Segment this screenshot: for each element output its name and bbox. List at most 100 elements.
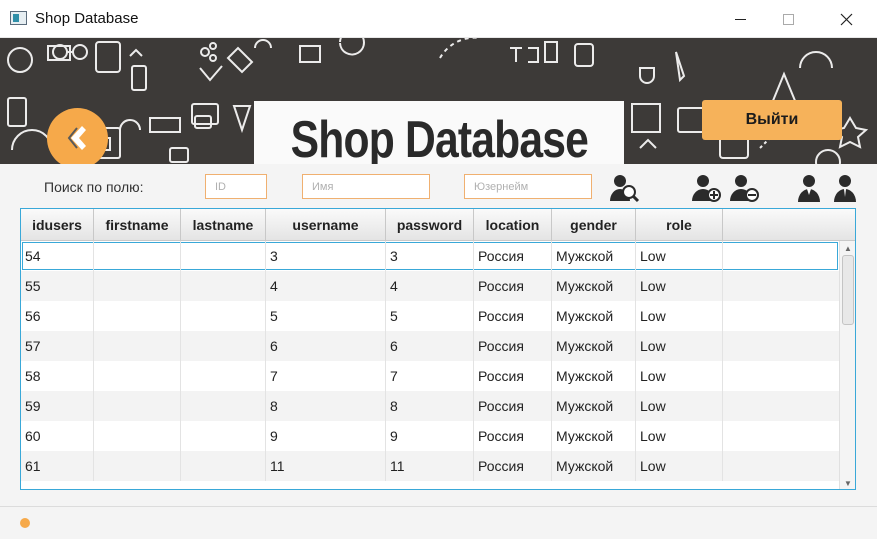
users-table[interactable]: idusers firstname lastname username pass… xyxy=(20,208,856,490)
cell-filler xyxy=(723,241,839,271)
cell-idusers: 55 xyxy=(21,271,94,301)
search-user-icon xyxy=(610,175,640,203)
cell-idusers: 56 xyxy=(21,301,94,331)
column-header-filler xyxy=(723,209,855,241)
cell-idusers: 61 xyxy=(21,451,94,481)
cell-gender: Мужской xyxy=(552,331,636,361)
remove-user-button[interactable] xyxy=(730,173,760,203)
table-row[interactable]: 60 9 9 Россия Мужской Low xyxy=(21,421,839,451)
cell-location: Россия xyxy=(474,271,552,301)
column-header-lastname[interactable]: lastname xyxy=(181,209,266,241)
cell-password: 9 xyxy=(386,421,474,451)
table-row[interactable]: 61 11 11 Россия Мужской Low xyxy=(21,451,839,481)
cell-idusers: 59 xyxy=(21,391,94,421)
status-bar xyxy=(0,506,877,539)
cell-password: 4 xyxy=(386,271,474,301)
cell-filler xyxy=(723,391,839,421)
cell-firstname xyxy=(94,421,181,451)
cell-firstname xyxy=(94,451,181,481)
column-header-password[interactable]: password xyxy=(386,209,474,241)
cell-location: Россия xyxy=(474,451,552,481)
minimize-button[interactable] xyxy=(717,0,763,38)
cell-lastname xyxy=(181,451,266,481)
cell-password: 3 xyxy=(386,241,474,271)
close-button[interactable] xyxy=(823,0,869,38)
cell-filler xyxy=(723,301,839,331)
cell-firstname xyxy=(94,301,181,331)
logo-panel: Shop Database xyxy=(254,101,624,164)
cell-password: 8 xyxy=(386,391,474,421)
cell-location: Россия xyxy=(474,241,552,271)
cell-username: 8 xyxy=(266,391,386,421)
maximize-button[interactable] xyxy=(765,0,811,38)
admin-user-button[interactable] xyxy=(830,173,860,203)
user-button[interactable] xyxy=(794,173,824,203)
cell-role: Low xyxy=(636,451,723,481)
cell-username: 3 xyxy=(266,241,386,271)
cell-lastname xyxy=(181,361,266,391)
cell-gender: Мужской xyxy=(552,271,636,301)
cell-lastname xyxy=(181,301,266,331)
scroll-down-icon[interactable]: ▼ xyxy=(840,476,855,489)
cell-role: Low xyxy=(636,391,723,421)
cell-lastname xyxy=(181,241,266,271)
title-bar: Shop Database xyxy=(0,0,877,38)
exit-button[interactable]: Выйти xyxy=(702,100,842,140)
scroll-thumb[interactable] xyxy=(842,255,854,325)
column-header-role[interactable]: role xyxy=(636,209,723,241)
cell-idusers: 58 xyxy=(21,361,94,391)
cell-role: Low xyxy=(636,361,723,391)
scroll-up-icon[interactable]: ▲ xyxy=(840,241,855,255)
cell-password: 7 xyxy=(386,361,474,391)
cell-location: Россия xyxy=(474,331,552,361)
column-header-gender[interactable]: gender xyxy=(552,209,636,241)
name-search-input[interactable] xyxy=(302,174,430,199)
cell-role: Low xyxy=(636,271,723,301)
header-banner: Shop Database Выйти xyxy=(0,38,877,164)
cell-filler xyxy=(723,361,839,391)
cell-gender: Мужской xyxy=(552,451,636,481)
vertical-scrollbar[interactable]: ▲ ▼ xyxy=(839,241,855,489)
username-search-input[interactable] xyxy=(464,174,592,199)
status-indicator xyxy=(20,518,30,528)
column-header-location[interactable]: location xyxy=(474,209,552,241)
minimize-icon xyxy=(734,18,746,20)
column-header-firstname[interactable]: firstname xyxy=(94,209,181,241)
search-label: Поиск по полю: xyxy=(44,179,144,195)
add-user-button[interactable] xyxy=(692,173,722,203)
back-arrow-icon xyxy=(67,126,86,150)
table-row[interactable]: 56 5 5 Россия Мужской Low xyxy=(21,301,839,331)
cell-firstname xyxy=(94,361,181,391)
cell-gender: Мужской xyxy=(552,301,636,331)
cell-location: Россия xyxy=(474,391,552,421)
table-row[interactable]: 54 3 3 Россия Мужской Low xyxy=(21,241,839,271)
column-header-username[interactable]: username xyxy=(266,209,386,241)
cell-location: Россия xyxy=(474,421,552,451)
cell-firstname xyxy=(94,331,181,361)
cell-location: Россия xyxy=(474,361,552,391)
table-row[interactable]: 55 4 4 Россия Мужской Low xyxy=(21,271,839,301)
column-header-idusers[interactable]: idusers xyxy=(21,209,94,241)
search-user-button[interactable] xyxy=(610,173,640,203)
back-button[interactable] xyxy=(47,108,108,164)
cell-filler xyxy=(723,271,839,301)
cell-role: Low xyxy=(636,241,723,271)
cell-username: 9 xyxy=(266,421,386,451)
cell-username: 11 xyxy=(266,451,386,481)
cell-lastname xyxy=(181,391,266,421)
table-header: idusers firstname lastname username pass… xyxy=(21,209,855,241)
admin-user-icon xyxy=(834,175,856,202)
id-search-input[interactable] xyxy=(205,174,267,199)
table-row[interactable]: 59 8 8 Россия Мужской Low xyxy=(21,391,839,421)
table-row[interactable]: 58 7 7 Россия Мужской Low xyxy=(21,361,839,391)
cell-username: 7 xyxy=(266,361,386,391)
cell-lastname xyxy=(181,331,266,361)
table-row[interactable]: 57 6 6 Россия Мужской Low xyxy=(21,331,839,361)
cell-username: 5 xyxy=(266,301,386,331)
cell-role: Low xyxy=(636,301,723,331)
cell-lastname xyxy=(181,271,266,301)
maximize-icon xyxy=(782,13,794,25)
cell-firstname xyxy=(94,241,181,271)
window-title: Shop Database xyxy=(35,10,139,27)
cell-firstname xyxy=(94,271,181,301)
